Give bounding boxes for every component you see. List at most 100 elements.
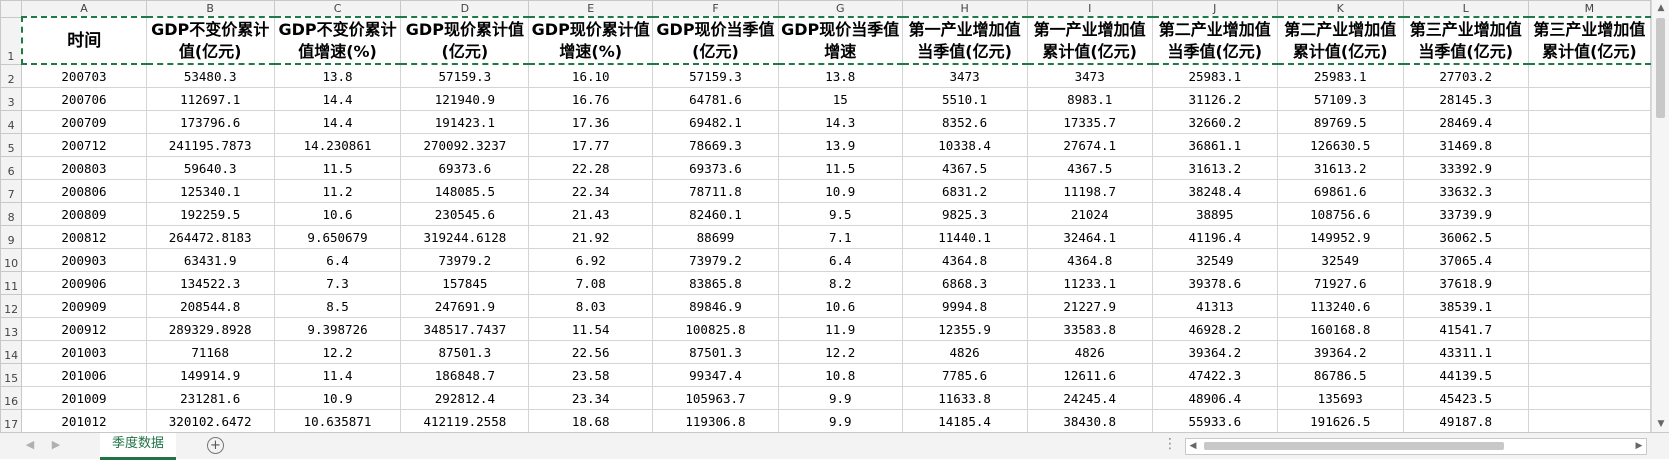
data-cell[interactable]: 289329.8928 <box>145 317 275 341</box>
data-cell[interactable]: 53480.3 <box>145 63 275 88</box>
data-cell[interactable] <box>1527 294 1651 318</box>
data-cell[interactable]: 3473 <box>1026 63 1153 88</box>
data-cell[interactable]: 100825.8 <box>652 317 779 341</box>
data-cell[interactable]: 21227.9 <box>1026 294 1153 318</box>
data-cell[interactable]: 7785.6 <box>901 363 1028 387</box>
data-cell[interactable]: 41196.4 <box>1151 225 1278 249</box>
data-cell[interactable]: 8.03 <box>528 294 654 318</box>
data-cell[interactable]: 201009 <box>21 386 147 410</box>
data-cell[interactable]: 247691.9 <box>400 294 530 318</box>
data-cell[interactable]: 113240.6 <box>1276 294 1404 318</box>
data-cell[interactable]: 6.4 <box>273 248 402 272</box>
row-number[interactable]: 9 <box>0 225 23 249</box>
data-cell[interactable]: 200809 <box>21 202 147 226</box>
column-header-d[interactable]: D <box>400 0 530 18</box>
data-cell[interactable]: 14.3 <box>777 110 903 134</box>
data-cell[interactable]: 201003 <box>21 340 147 364</box>
column-header-e[interactable]: E <box>528 0 654 18</box>
data-cell[interactable]: 9.9 <box>777 386 903 410</box>
data-cell[interactable]: 15 <box>777 87 903 111</box>
data-cell[interactable] <box>1527 248 1651 272</box>
header-cell[interactable]: 第一产业增加值累计值(亿元) <box>1026 16 1153 65</box>
data-cell[interactable]: 5510.1 <box>901 87 1028 111</box>
select-all-corner[interactable] <box>0 0 23 18</box>
data-cell[interactable]: 4826 <box>901 340 1028 364</box>
data-cell[interactable]: 292812.4 <box>400 386 530 410</box>
data-cell[interactable]: 46928.2 <box>1151 317 1278 341</box>
data-cell[interactable]: 192259.5 <box>145 202 275 226</box>
data-cell[interactable]: 264472.8183 <box>145 225 275 249</box>
data-cell[interactable]: 87501.3 <box>400 340 530 364</box>
data-cell[interactable]: 48906.4 <box>1151 386 1278 410</box>
data-cell[interactable]: 27703.2 <box>1402 63 1529 88</box>
data-cell[interactable]: 6.92 <box>528 248 654 272</box>
data-cell[interactable]: 9.398726 <box>273 317 402 341</box>
add-sheet-button[interactable]: + <box>207 437 224 454</box>
data-cell[interactable]: 119306.8 <box>652 409 779 432</box>
row-number[interactable]: 6 <box>0 156 23 180</box>
data-cell[interactable]: 33392.9 <box>1402 156 1529 180</box>
data-cell[interactable]: 8352.6 <box>901 110 1028 134</box>
data-cell[interactable]: 57159.3 <box>652 63 779 88</box>
data-cell[interactable]: 319244.6128 <box>400 225 530 249</box>
header-cell[interactable]: GDP现价累计值增速(%) <box>528 16 654 65</box>
row-number[interactable]: 15 <box>0 363 23 387</box>
data-cell[interactable]: 10338.4 <box>901 133 1028 157</box>
data-cell[interactable]: 13.8 <box>273 63 402 88</box>
row-number[interactable]: 16 <box>0 386 23 410</box>
data-table[interactable]: ABCDEFGHIJKLM 1 时间 GDP不变价累计值(亿元) GDP不变价累计值增… <box>0 0 1651 432</box>
column-header-k[interactable]: K <box>1276 0 1404 18</box>
data-cell[interactable]: 9.650679 <box>273 225 402 249</box>
data-cell[interactable]: 44139.5 <box>1402 363 1529 387</box>
prev-sheet-icon[interactable]: ◀ <box>22 437 38 453</box>
data-cell[interactable]: 231281.6 <box>145 386 275 410</box>
data-cell[interactable]: 89769.5 <box>1276 110 1404 134</box>
data-cell[interactable]: 12355.9 <box>901 317 1028 341</box>
data-cell[interactable]: 10.9 <box>273 386 402 410</box>
data-cell[interactable]: 73979.2 <box>652 248 779 272</box>
data-cell[interactable]: 31613.2 <box>1276 156 1404 180</box>
data-cell[interactable]: 22.28 <box>528 156 654 180</box>
data-cell[interactable]: 55933.6 <box>1151 409 1278 432</box>
data-cell[interactable]: 17.36 <box>528 110 654 134</box>
data-cell[interactable]: 57159.3 <box>400 63 530 88</box>
data-cell[interactable]: 200706 <box>21 87 147 111</box>
data-cell[interactable]: 99347.4 <box>652 363 779 387</box>
data-cell[interactable]: 69861.6 <box>1276 179 1404 203</box>
data-cell[interactable] <box>1527 317 1651 341</box>
data-cell[interactable]: 13.9 <box>777 133 903 157</box>
data-cell[interactable]: 200806 <box>21 179 147 203</box>
data-cell[interactable]: 22.34 <box>528 179 654 203</box>
column-header-m[interactable]: M <box>1527 0 1651 18</box>
data-cell[interactable]: 126630.5 <box>1276 133 1404 157</box>
data-cell[interactable]: 25983.1 <box>1276 63 1404 88</box>
data-cell[interactable]: 64781.6 <box>652 87 779 111</box>
data-cell[interactable]: 3473 <box>901 63 1028 88</box>
data-cell[interactable] <box>1527 340 1651 364</box>
data-cell[interactable]: 14.230861 <box>273 133 402 157</box>
data-cell[interactable]: 6.4 <box>777 248 903 272</box>
data-cell[interactable]: 31469.8 <box>1402 133 1529 157</box>
data-cell[interactable]: 69482.1 <box>652 110 779 134</box>
data-cell[interactable]: 78669.3 <box>652 133 779 157</box>
data-cell[interactable]: 201012 <box>21 409 147 432</box>
data-cell[interactable] <box>1527 63 1651 88</box>
data-cell[interactable]: 25983.1 <box>1151 63 1278 88</box>
row-number[interactable]: 12 <box>0 294 23 318</box>
data-cell[interactable]: 200903 <box>21 248 147 272</box>
header-cell[interactable]: GDP不变价累计值(亿元) <box>145 16 275 65</box>
header-cell[interactable]: GDP现价当季值增速 <box>777 16 903 65</box>
data-cell[interactable]: 82460.1 <box>652 202 779 226</box>
data-cell[interactable]: 49187.8 <box>1402 409 1529 432</box>
data-cell[interactable]: 149914.9 <box>145 363 275 387</box>
data-cell[interactable]: 12.2 <box>273 340 402 364</box>
data-cell[interactable]: 28145.3 <box>1402 87 1529 111</box>
data-cell[interactable]: 71168 <box>145 340 275 364</box>
data-cell[interactable]: 7.08 <box>528 271 654 295</box>
data-cell[interactable]: 4364.8 <box>901 248 1028 272</box>
data-cell[interactable] <box>1527 133 1651 157</box>
data-cell[interactable]: 13.8 <box>777 63 903 88</box>
data-cell[interactable]: 105963.7 <box>652 386 779 410</box>
data-cell[interactable]: 11.5 <box>273 156 402 180</box>
header-cell[interactable]: GDP不变价累计值增速(%) <box>273 16 402 65</box>
